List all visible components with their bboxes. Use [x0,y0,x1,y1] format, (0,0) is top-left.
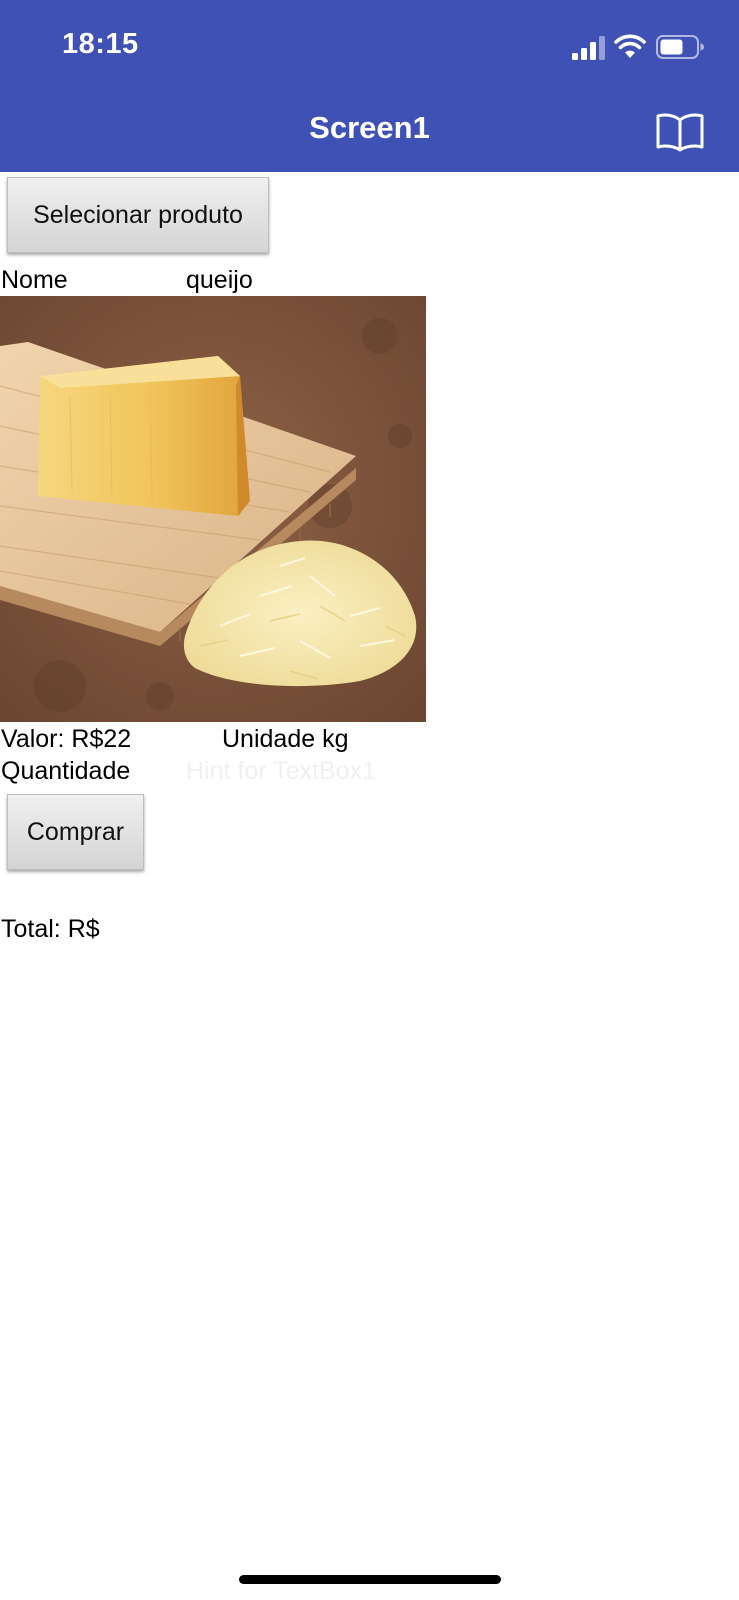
battery-icon [656,35,704,59]
price-label: Valor: R$22 [1,725,132,753]
name-label: Nome [1,266,68,294]
product-image [0,296,426,722]
book-icon[interactable] [656,112,704,152]
select-product-button[interactable]: Selecionar produto [7,177,269,253]
buy-button[interactable]: Comprar [7,794,144,870]
total-label: Total: R$ [1,915,100,943]
app-header: 18:15 Screen1 [0,0,739,172]
app-screen: 18:15 Screen1 Selecionar produto Nome qu… [0,0,739,1600]
screen-title: Screen1 [309,110,430,145]
cellular-signal-icon [572,36,605,60]
wifi-icon [614,34,646,58]
unit-label: Unidade kg [222,725,349,753]
quantity-input[interactable] [186,754,426,788]
quantity-label: Quantidade [1,757,131,785]
home-indicator[interactable] [239,1575,501,1584]
status-time: 18:15 [62,28,139,60]
name-value: queijo [186,266,253,294]
